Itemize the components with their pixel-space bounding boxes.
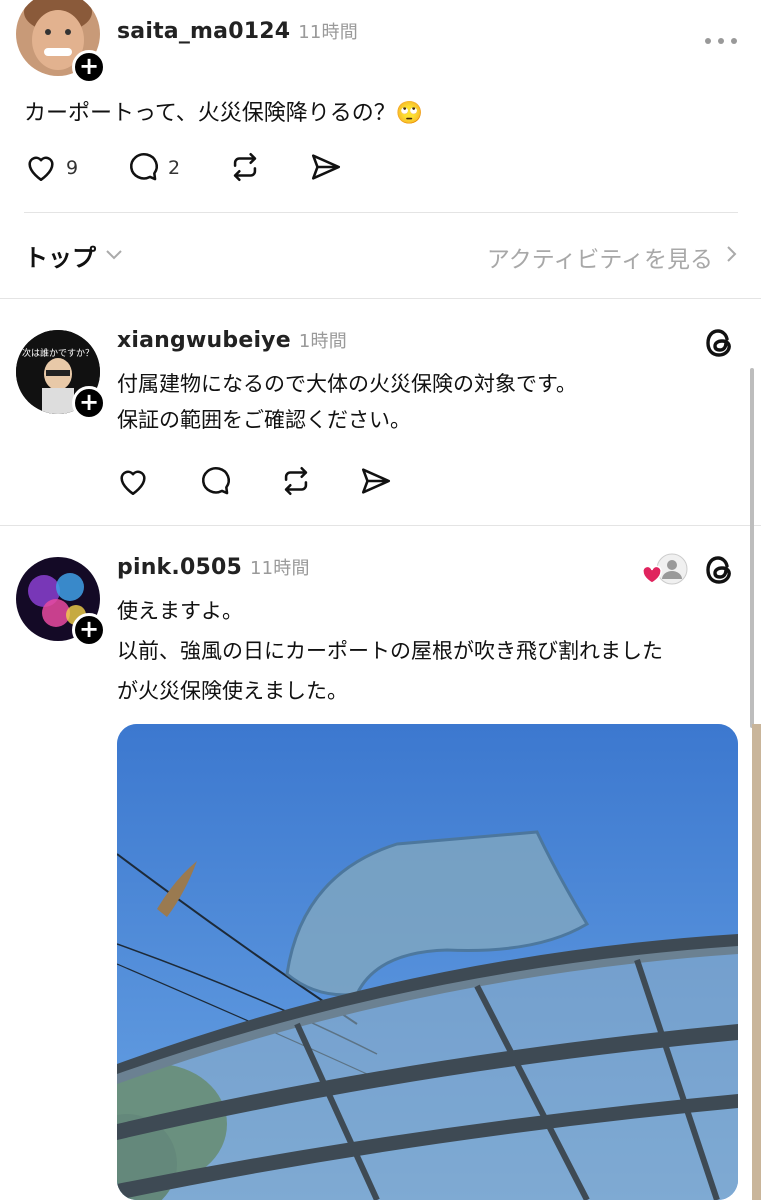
repost-icon[interactable]	[228, 150, 262, 184]
reply-username[interactable]: pink.0505 11時間	[117, 554, 310, 580]
like-icon[interactable]	[116, 464, 150, 498]
reply-icon[interactable]	[198, 464, 232, 498]
like-count: 9	[66, 157, 79, 179]
divider	[24, 212, 738, 213]
next-photo-peek[interactable]	[752, 724, 761, 1200]
share-icon[interactable]	[308, 150, 344, 184]
chevron-right-icon	[725, 244, 737, 270]
reply-text: 付属建物になるので大体の火災保険の対象です。 保証の範囲をご確認ください。	[117, 366, 577, 438]
reply-username-text[interactable]: xiangwubeiye	[117, 328, 291, 353]
divider	[0, 298, 761, 299]
scrollbar[interactable]	[750, 368, 754, 728]
reply-text-line: が火災保険使えました。	[117, 679, 348, 703]
repost-icon[interactable]	[279, 464, 313, 498]
follow-plus-icon[interactable]: +	[72, 613, 106, 647]
reply-username[interactable]: xiangwubeiye 1時間	[117, 327, 347, 353]
reply-time: 11時間	[249, 558, 310, 579]
follow-plus-icon[interactable]: +	[72, 50, 106, 84]
activity-link[interactable]: アクティビティを見る	[487, 240, 737, 274]
reply-text: 使えますよ。 以前、強風の日にカーポートの屋根が吹き飛び割れました が火災保険使…	[117, 593, 663, 709]
post-username-text[interactable]: saita_ma0124	[117, 19, 290, 44]
chevron-down-icon	[104, 246, 124, 265]
more-options-icon[interactable]	[704, 30, 738, 44]
reply-text-line: 付属建物になるので大体の火災保険の対象です。	[117, 372, 577, 396]
liked-by-author-icon	[640, 552, 690, 590]
follow-plus-icon[interactable]: +	[72, 386, 106, 420]
attached-photo[interactable]	[117, 724, 738, 1200]
avatar-caption: 次は誰かですか？	[21, 349, 94, 359]
sort-label[interactable]: トップ	[24, 238, 96, 273]
sort-dropdown[interactable]: トップ	[24, 238, 124, 273]
reply-text-line: 保証の範囲をご確認ください。	[117, 408, 411, 432]
activity-link-label[interactable]: アクティビティを見る	[487, 240, 713, 274]
share-icon[interactable]	[358, 464, 394, 498]
threads-logo-icon[interactable]	[702, 325, 736, 365]
reply-time: 1時間	[298, 331, 347, 352]
post-username[interactable]: saita_ma0124 11時間	[117, 18, 358, 44]
reply-text-line: 以前、強風の日にカーポートの屋根が吹き飛び割れました	[117, 639, 663, 663]
reply-username-text[interactable]: pink.0505	[117, 555, 242, 580]
divider	[0, 525, 761, 526]
threads-logo-icon[interactable]	[702, 552, 736, 592]
reply-count: 2	[168, 157, 181, 179]
reply-icon[interactable]	[126, 150, 160, 184]
post-time: 11時間	[298, 22, 358, 43]
reply-text-line: 使えますよ。	[117, 599, 243, 623]
like-icon[interactable]	[24, 150, 58, 184]
post-text: カーポートって、火災保険降りるの？🙄	[24, 101, 424, 126]
